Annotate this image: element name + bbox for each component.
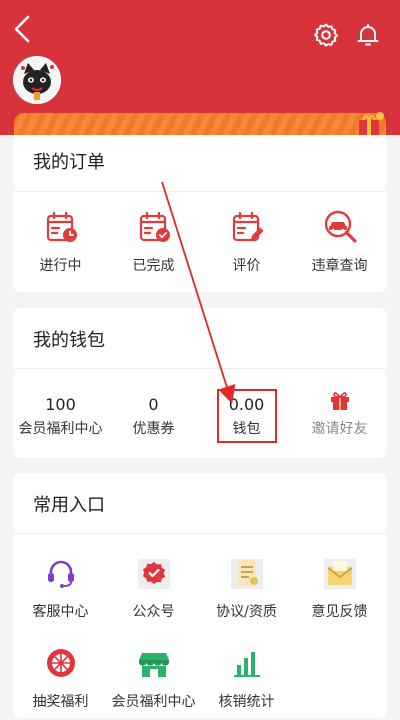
redemption-statistics[interactable]: 核销统计 <box>200 643 293 711</box>
orders-title: 我的订单 <box>33 152 105 173</box>
coupons-label: 优惠券 <box>132 421 175 437</box>
badge-icon <box>134 553 174 593</box>
common-entry-card: 常用入口 客服中心 公众号 协议/资质 意见反馈 抽奖福利 会员福利中心 核销统… <box>14 473 386 718</box>
order-completed-label: 已完成 <box>132 258 175 274</box>
invite-friends-item[interactable]: 邀请好友 <box>293 388 386 438</box>
order-in-progress[interactable]: 进行中 <box>14 207 107 275</box>
agreements-qualifications-label: 协议/资质 <box>216 604 277 620</box>
customer-service-label: 客服中心 <box>32 604 89 620</box>
order-review[interactable]: 评价 <box>200 207 293 275</box>
coupons-value: 0 <box>148 395 159 414</box>
violation-query-label: 违章查询 <box>311 258 368 274</box>
common-entry-title: 常用入口 <box>33 495 105 516</box>
lottery-wheel-icon <box>41 643 81 683</box>
document-icon <box>227 553 267 593</box>
calendar-check-icon <box>134 207 174 247</box>
gift-icon <box>293 388 386 414</box>
calendar-clock-icon <box>41 207 81 247</box>
official-account[interactable]: 公众号 <box>107 553 200 621</box>
annotation-highlight-box <box>217 389 277 443</box>
order-completed[interactable]: 已完成 <box>107 207 200 275</box>
feedback[interactable]: 意见反馈 <box>293 553 386 621</box>
member-benefits-center-label: 会员福利中心 <box>111 694 196 710</box>
redemption-statistics-label: 核销统计 <box>218 694 275 710</box>
bar-chart-icon <box>227 643 267 683</box>
gear-icon[interactable] <box>313 22 339 48</box>
orders-card: 我的订单 进行中 已完成 评价 违章查询 <box>14 135 386 292</box>
official-account-label: 公众号 <box>132 604 175 620</box>
wallet-title: 我的钱包 <box>33 330 105 351</box>
member-benefits-item[interactable]: 100 会员福利中心 <box>14 395 107 438</box>
calendar-edit-icon <box>227 207 267 247</box>
member-benefits-center[interactable]: 会员福利中心 <box>107 643 200 711</box>
lottery-benefits[interactable]: 抽奖福利 <box>14 643 107 711</box>
invite-friends-label: 邀请好友 <box>311 421 368 437</box>
violation-query[interactable]: 违章查询 <box>293 207 386 275</box>
headset-icon <box>41 553 81 593</box>
customer-service[interactable]: 客服中心 <box>14 553 107 621</box>
store-icon <box>134 643 174 683</box>
mail-icon <box>320 553 360 593</box>
divider <box>14 368 386 369</box>
wallet-card: 我的钱包 100 会员福利中心 0 优惠券 0.00 钱包 邀请好友 <box>14 308 386 458</box>
feedback-label: 意见反馈 <box>311 604 368 620</box>
lottery-benefits-label: 抽奖福利 <box>32 694 89 710</box>
agreements-qualifications[interactable]: 协议/资质 <box>200 553 293 621</box>
search-car-icon <box>320 207 360 247</box>
divider <box>14 191 386 192</box>
coupons-item[interactable]: 0 优惠券 <box>107 395 200 438</box>
back-arrow-icon[interactable] <box>10 14 36 44</box>
member-benefits-label: 会员福利中心 <box>18 421 103 437</box>
order-review-label: 评价 <box>232 258 261 274</box>
member-points-value: 100 <box>45 395 76 414</box>
bell-icon[interactable] <box>355 22 381 48</box>
avatar[interactable] <box>13 56 61 104</box>
order-in-progress-label: 进行中 <box>39 258 82 274</box>
divider <box>14 533 386 534</box>
